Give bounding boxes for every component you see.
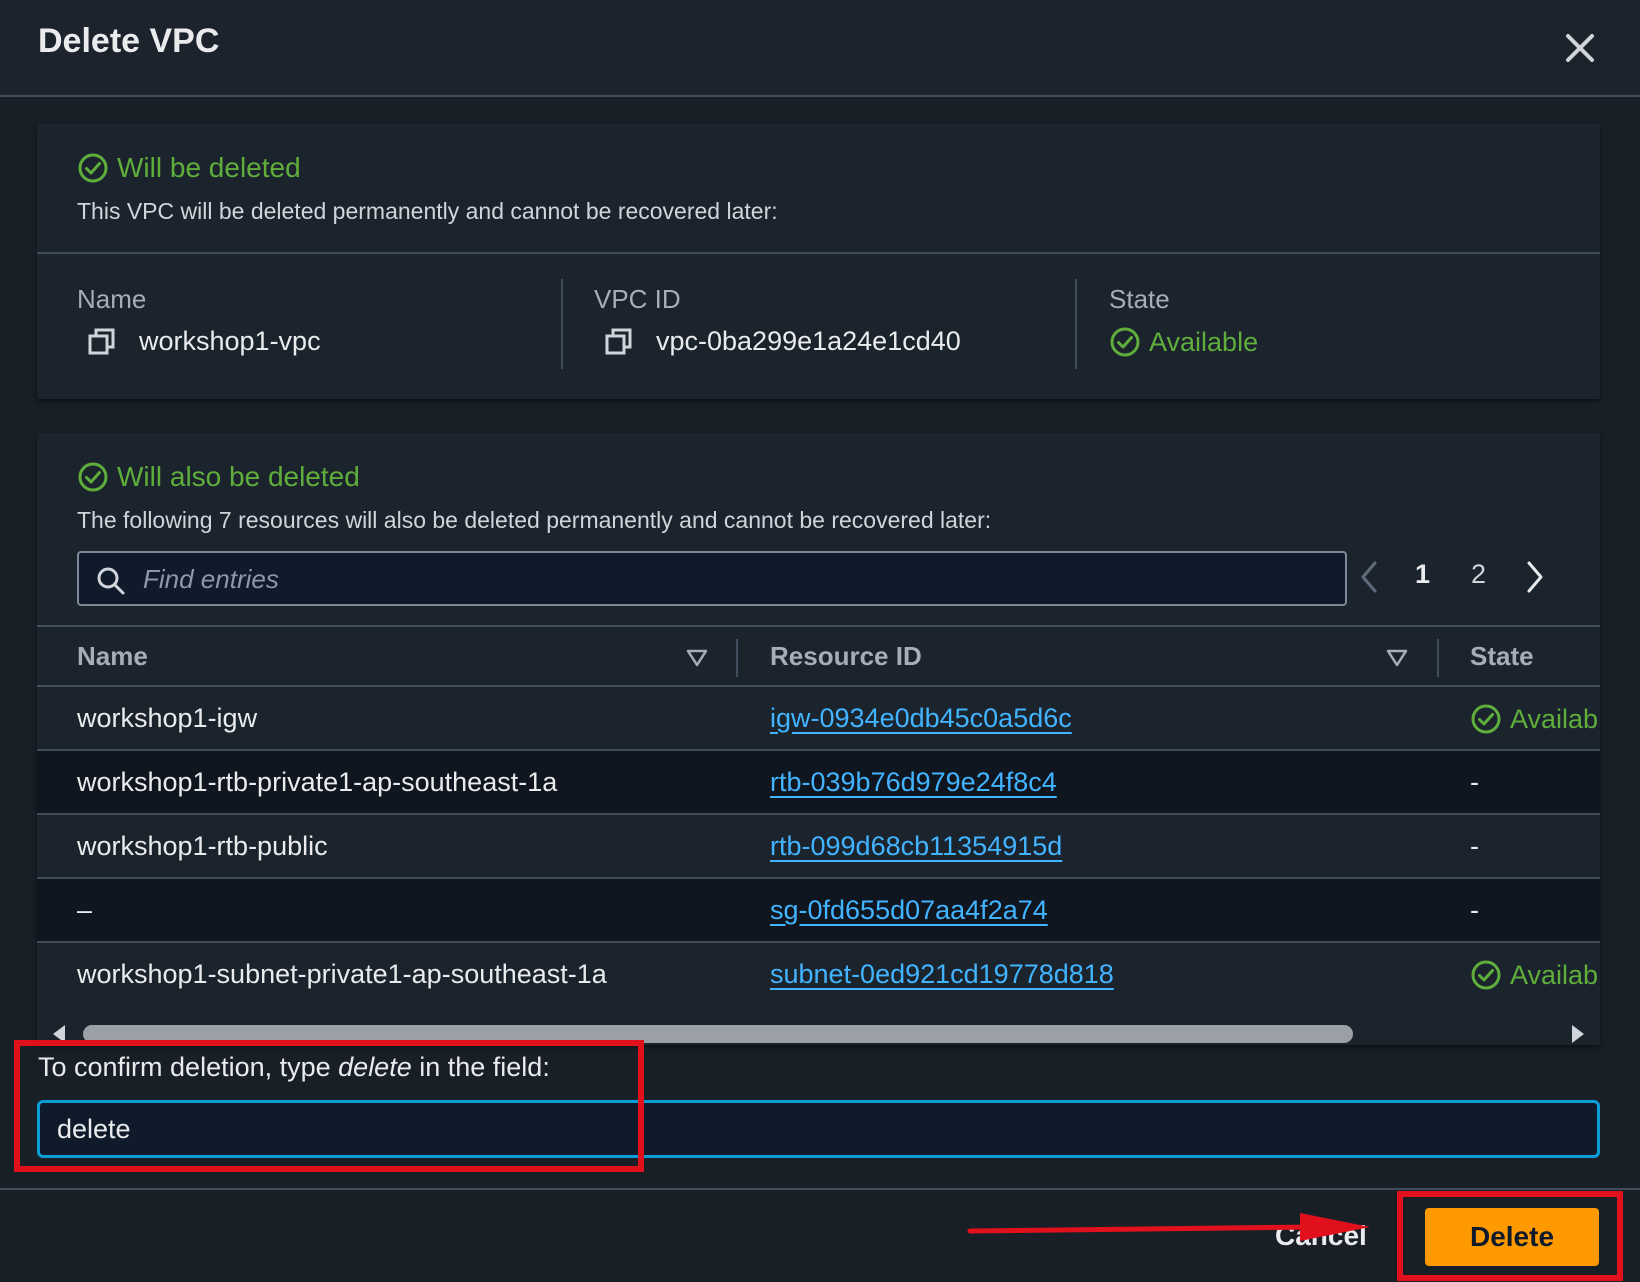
confirm-label-keyword: delete	[338, 1052, 412, 1082]
state-label: State	[1109, 284, 1170, 314]
scroll-right-icon[interactable]	[1570, 1024, 1586, 1044]
row-resource-id-link[interactable]: rtb-039b76d979e24f8c4	[770, 767, 1057, 798]
name-value: workshop1-vpc	[87, 326, 321, 357]
resources-panel-title-text: Will also be deleted	[117, 461, 360, 492]
divider	[1437, 639, 1439, 677]
check-circle-icon	[78, 462, 108, 492]
row-name: workshop1-rtb-public	[77, 831, 328, 861]
divider	[561, 279, 563, 369]
pagination: 1 2	[1357, 557, 1597, 597]
check-circle-icon	[1471, 704, 1501, 734]
column-header-name[interactable]: Name	[77, 641, 148, 672]
page-2[interactable]: 2	[1471, 559, 1486, 590]
search-box	[77, 551, 1347, 606]
vpcid-label: VPC ID	[594, 284, 681, 314]
confirm-label-before: To confirm deletion, type	[38, 1052, 339, 1082]
resources-table: Name Resource ID State workshop1-igw igw…	[37, 625, 1600, 1025]
vpc-panel-description: This VPC will be deleted permanently and…	[77, 198, 778, 224]
delete-vpc-dialog: Delete VPC Will be deleted This VPC will…	[0, 0, 1640, 1282]
confirm-label: To confirm deletion, type delete in the …	[38, 1052, 550, 1083]
vpc-panel-title: Will be deleted	[77, 152, 301, 184]
divider	[37, 252, 1600, 254]
resources-panel-title: Will also be deleted	[77, 461, 360, 493]
state-value: Available	[1109, 326, 1258, 358]
row-name: workshop1-igw	[77, 703, 258, 733]
table-row: workshop1-rtb-private1-ap-southeast-1a r…	[37, 751, 1600, 815]
resources-panel-description: The following 7 resources will also be d…	[77, 507, 992, 533]
resources-panel: Will also be deleted The following 7 res…	[37, 433, 1600, 1045]
divider	[1075, 279, 1077, 369]
copy-icon[interactable]	[87, 327, 117, 357]
check-circle-icon	[1471, 960, 1501, 990]
table-row: – sg-0fd655d07aa4f2a74 -	[37, 879, 1600, 943]
row-resource-id-link[interactable]: subnet-0ed921cd19778d818	[770, 959, 1114, 990]
close-icon[interactable]	[1560, 28, 1600, 68]
row-state: -	[1470, 895, 1479, 925]
row-name: workshop1-subnet-private1-ap-southeast-1…	[77, 959, 607, 989]
dialog-footer: Cancel Delete	[0, 1188, 1640, 1282]
table-row: workshop1-igw igw-0934e0db45c0a5d6c Avai…	[37, 687, 1600, 751]
name-label: Name	[77, 284, 147, 314]
table-row: workshop1-rtb-public rtb-099d68cb1135491…	[37, 815, 1600, 879]
row-state: Availab	[1470, 703, 1598, 735]
row-resource-id-link[interactable]: sg-0fd655d07aa4f2a74	[770, 895, 1048, 926]
horizontal-scrollbar[interactable]	[37, 1013, 1600, 1053]
sort-icon[interactable]	[685, 647, 709, 669]
chevron-left-icon[interactable]	[1357, 559, 1383, 595]
row-resource-id-link[interactable]: igw-0934e0db45c0a5d6c	[770, 703, 1072, 734]
row-state: Availab	[1470, 959, 1598, 991]
table-header: Name Resource ID State	[37, 625, 1600, 687]
chevron-right-icon[interactable]	[1521, 559, 1547, 595]
check-circle-icon	[1110, 327, 1140, 357]
confirm-label-after: in the field:	[411, 1052, 550, 1082]
column-header-resource-id[interactable]: Resource ID	[770, 641, 922, 672]
confirm-delete-input[interactable]	[37, 1100, 1600, 1158]
vpcid-value-text: vpc-0ba299e1a24e1cd40	[656, 326, 961, 356]
copy-icon[interactable]	[604, 327, 634, 357]
delete-button[interactable]: Delete	[1425, 1208, 1599, 1266]
row-state-text: Availab	[1510, 959, 1599, 990]
search-input[interactable]	[143, 561, 1333, 597]
vpcid-value: vpc-0ba299e1a24e1cd40	[604, 326, 961, 357]
page-1[interactable]: 1	[1415, 559, 1430, 590]
scrollbar-thumb[interactable]	[83, 1025, 1353, 1043]
divider	[736, 639, 738, 677]
row-name: –	[77, 895, 93, 925]
row-state-text: Availab	[1510, 703, 1599, 734]
dialog-title: Delete VPC	[38, 22, 220, 60]
row-state: -	[1470, 767, 1479, 797]
column-header-state[interactable]: State	[1470, 641, 1534, 672]
sort-icon[interactable]	[1385, 647, 1409, 669]
row-name: workshop1-rtb-private1-ap-southeast-1a	[77, 767, 558, 797]
annotation-arrow-icon	[967, 1213, 1370, 1241]
state-value-text: Available	[1149, 326, 1259, 357]
name-value-text: workshop1-vpc	[139, 326, 321, 356]
dialog-header: Delete VPC	[0, 0, 1640, 97]
row-state: -	[1470, 831, 1479, 861]
search-icon	[97, 567, 125, 595]
check-circle-icon	[78, 153, 108, 183]
row-resource-id-link[interactable]: rtb-099d68cb11354915d	[770, 831, 1062, 862]
vpc-panel-title-text: Will be deleted	[117, 152, 301, 183]
vpc-panel: Will be deleted This VPC will be deleted…	[37, 124, 1600, 399]
scroll-left-icon[interactable]	[51, 1024, 67, 1044]
table-row: workshop1-subnet-private1-ap-southeast-1…	[37, 943, 1600, 1007]
